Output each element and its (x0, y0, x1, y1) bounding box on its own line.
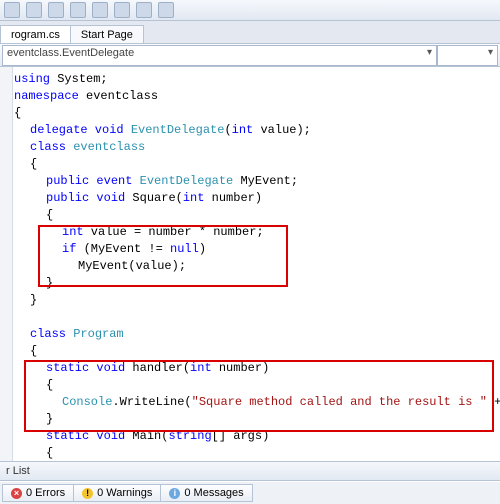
error-icon: × (11, 488, 22, 499)
error-list-tabs: ×0 Errors !0 Warnings i0 Messages (0, 481, 500, 504)
messages-filter[interactable]: i0 Messages (160, 484, 252, 502)
warning-icon: ! (82, 488, 93, 499)
toolbar-button-icon[interactable] (26, 2, 42, 18)
toolbar-button-icon[interactable] (136, 2, 152, 18)
tab-startpage[interactable]: Start Page (70, 25, 144, 43)
toolbar-button-icon[interactable] (114, 2, 130, 18)
toolbar-button-icon[interactable] (48, 2, 64, 18)
toolbar-button-icon[interactable] (158, 2, 174, 18)
scope-dropdown[interactable]: eventclass.EventDelegate (2, 45, 437, 66)
tab-program[interactable]: rogram.cs (0, 25, 71, 43)
navigation-bar: eventclass.EventDelegate (0, 44, 500, 67)
info-icon: i (169, 488, 180, 499)
error-list-header[interactable]: r List (0, 461, 500, 481)
warnings-filter[interactable]: !0 Warnings (73, 484, 161, 502)
toolbar-button-icon[interactable] (92, 2, 108, 18)
errors-filter[interactable]: ×0 Errors (2, 484, 74, 502)
toolbar-button-icon[interactable] (4, 2, 20, 18)
code-editor[interactable]: using System; namespace eventclass { del… (0, 67, 500, 461)
toolbar-button-icon[interactable] (70, 2, 86, 18)
toolbar (0, 0, 500, 21)
member-dropdown[interactable] (437, 45, 498, 66)
document-tabs: rogram.cs Start Page (0, 21, 500, 44)
